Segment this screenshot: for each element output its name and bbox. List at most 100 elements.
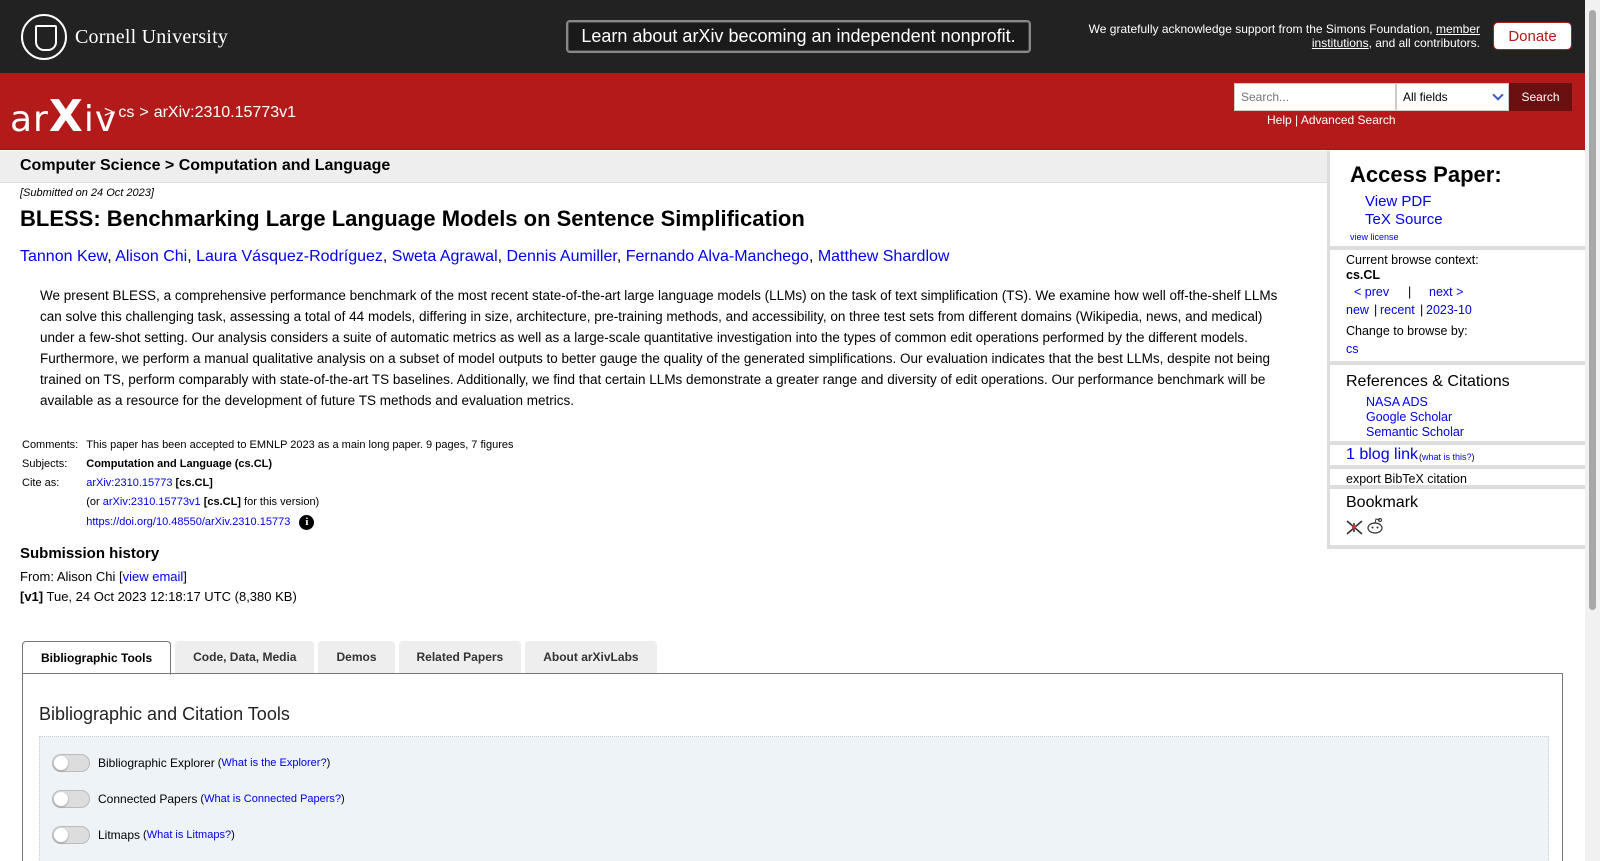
- breadcrumb-sep: >: [104, 104, 114, 121]
- submission-history-title: Submission history: [20, 545, 160, 562]
- breadcrumb-cs[interactable]: cs: [118, 104, 134, 122]
- author-link[interactable]: Tannon Kew: [20, 248, 107, 265]
- author-link[interactable]: Sweta Agrawal: [392, 248, 498, 265]
- tool-name: Connected Papers: [98, 792, 198, 806]
- tab-bibliographic-tools[interactable]: Bibliographic Tools: [22, 641, 172, 675]
- export-bibtex-link[interactable]: export BibTeX citation: [1346, 472, 1467, 486]
- browse-cs-link[interactable]: cs: [1346, 342, 1359, 356]
- what-is-explorer-link[interactable]: What is the Explorer?: [221, 757, 326, 769]
- recent-month-separator: |: [1420, 303, 1424, 317]
- scroll-thumb[interactable]: [1589, 10, 1596, 610]
- semantic-scholar-link[interactable]: Semantic Scholar: [1366, 425, 1464, 439]
- arxiv-logo[interactable]: arXiv: [10, 91, 117, 142]
- what-is-this-link[interactable]: what is this?: [1422, 452, 1472, 462]
- version-tag: [cs.CL]: [203, 496, 241, 508]
- new-link[interactable]: new: [1346, 303, 1369, 317]
- author-link[interactable]: Alison Chi: [115, 248, 187, 265]
- comments-value: This paper has been accepted to EMNLP 20…: [86, 439, 514, 451]
- version-value: (or arXiv:2310.15773v1 [cs.CL] for this …: [86, 493, 521, 512]
- tool-row-connected-papers: Connected Papers (What is Connected Pape…: [52, 790, 345, 808]
- submission-v1: [v1] Tue, 24 Oct 2023 12:18:17 UTC (8,38…: [20, 589, 297, 604]
- search-links: Help | Advanced Search: [1267, 113, 1396, 127]
- version-suffix: for this version): [244, 496, 320, 508]
- author-link[interactable]: Laura Vásquez-Rodríguez: [196, 248, 383, 265]
- cite-label: Cite as:: [22, 477, 60, 489]
- tool-row-explorer: Bibliographic Explorer (What is the Expl…: [52, 754, 330, 772]
- top-bar: Cornell University Learn about arXiv bec…: [0, 0, 1585, 73]
- help-link[interactable]: Help: [1267, 113, 1292, 127]
- breadcrumb: > cs > arXiv:2310.15773v1: [104, 104, 296, 122]
- view-pdf-link[interactable]: View PDF: [1365, 193, 1431, 210]
- recent-link[interactable]: recent: [1380, 303, 1415, 317]
- view-email-link[interactable]: view email: [123, 569, 184, 584]
- blog-link[interactable]: 1 blog link: [1346, 446, 1418, 464]
- info-icon[interactable]: i: [299, 515, 315, 530]
- references-title: References & Citations: [1346, 373, 1510, 390]
- tab-related-papers[interactable]: Related Papers: [398, 641, 522, 673]
- page-scrollbar[interactable]: [1585, 0, 1600, 861]
- subject-bar: Computer Science > Computation and Langu…: [0, 151, 1327, 183]
- tool-name: Litmaps: [98, 828, 141, 842]
- field-select-value: All fields: [1403, 90, 1448, 104]
- breadcrumb-paper-id: arXiv:2310.15773v1: [153, 104, 297, 121]
- chevron-down-icon: [1492, 89, 1504, 101]
- tex-source-link[interactable]: TeX Source: [1365, 211, 1443, 228]
- from-suffix: ]: [183, 569, 187, 584]
- metadata-table: Comments: This paper has been accepted t…: [22, 436, 522, 533]
- tab-code-data-media[interactable]: Code, Data, Media: [175, 641, 315, 673]
- what-is-litmaps-link[interactable]: What is Litmaps?: [147, 829, 231, 841]
- prev-link[interactable]: < prev: [1354, 285, 1389, 299]
- sidebar: Access Paper: View PDF TeX Source view l…: [1327, 151, 1588, 549]
- what-is-connected-papers-link[interactable]: What is Connected Papers?: [204, 793, 341, 805]
- cite-row: Cite as: arXiv:2310.15773 [cs.CL]: [22, 474, 522, 493]
- advanced-search-link[interactable]: Advanced Search: [1301, 113, 1396, 127]
- tab-about-arxivlabs[interactable]: About arXivLabs: [525, 641, 657, 673]
- access-paper-title: Access Paper:: [1350, 162, 1502, 187]
- cornell-name: Cornell University: [75, 25, 229, 48]
- cite-id-link[interactable]: arXiv:2310.15773: [86, 477, 172, 489]
- subjects-value: Computation and Language (cs.CL): [86, 458, 273, 470]
- cornell-logo[interactable]: Cornell University: [21, 13, 241, 61]
- support-suffix: , and all contributors.: [1368, 36, 1480, 50]
- next-link[interactable]: next >: [1429, 285, 1463, 299]
- doi-row: https://doi.org/10.48550/arXiv.2310.1577…: [22, 512, 522, 533]
- tool-name: Bibliographic Explorer: [98, 756, 215, 770]
- connected-papers-toggle[interactable]: [52, 790, 90, 808]
- blog-link-box: 1 blog link (what is this?): [1330, 445, 1588, 469]
- arxiv-logo-x: X: [48, 91, 84, 142]
- author-link[interactable]: Fernando Alva-Manchego: [626, 248, 809, 265]
- version-id-link[interactable]: arXiv:2310.15773v1: [103, 496, 201, 508]
- cornell-seal-icon: [21, 14, 67, 60]
- or-prefix: (or: [86, 496, 100, 508]
- browse-context-value: cs.CL: [1346, 268, 1381, 282]
- references-box: References & Citations NASA ADS Google S…: [1330, 365, 1588, 445]
- litmaps-toggle[interactable]: [52, 826, 90, 844]
- tab-panel: Bibliographic and Citation Tools Bibliog…: [22, 673, 1563, 861]
- search-button[interactable]: Search: [1509, 83, 1572, 111]
- v1-text: Tue, 24 Oct 2023 12:18:17 UTC (8,380 KB): [46, 589, 297, 604]
- donate-button[interactable]: Donate: [1493, 22, 1572, 50]
- reddit-icon[interactable]: [1366, 517, 1384, 535]
- tab-demos[interactable]: Demos: [318, 641, 395, 673]
- google-scholar-link[interactable]: Google Scholar: [1366, 410, 1452, 424]
- search-field-select[interactable]: All fields: [1396, 83, 1509, 111]
- author-link[interactable]: Matthew Shardlow: [818, 248, 950, 265]
- author-link[interactable]: Dennis Aumiller: [507, 248, 617, 265]
- subject-title: Computer Science > Computation and Langu…: [20, 157, 391, 174]
- tools-box: Bibliographic Explorer (What is the Expl…: [39, 736, 1549, 861]
- search-input[interactable]: [1234, 83, 1396, 111]
- view-license-link[interactable]: view license: [1350, 232, 1399, 242]
- month-link[interactable]: 2023-10: [1426, 303, 1472, 317]
- doi-link[interactable]: https://doi.org/10.48550/arXiv.2310.1577…: [86, 516, 290, 528]
- access-paper-box: Access Paper: View PDF TeX Source view l…: [1330, 151, 1588, 250]
- nonprofit-banner-button[interactable]: Learn about arXiv becoming an independen…: [566, 20, 1031, 53]
- bibsonomy-icon[interactable]: [1346, 520, 1363, 535]
- cite-value: arXiv:2310.15773 [cs.CL]: [86, 474, 521, 493]
- change-browse-label: Change to browse by:: [1346, 324, 1468, 338]
- tool-row-litmaps: Litmaps (What is Litmaps?): [52, 826, 235, 844]
- nasa-ads-link[interactable]: NASA ADS: [1366, 395, 1428, 409]
- explorer-toggle[interactable]: [52, 754, 90, 772]
- version-row: (or arXiv:2310.15773v1 [cs.CL] for this …: [22, 493, 522, 512]
- support-text: We gratefully acknowledge support from t…: [1060, 22, 1480, 50]
- v1-label[interactable]: [v1]: [20, 589, 43, 604]
